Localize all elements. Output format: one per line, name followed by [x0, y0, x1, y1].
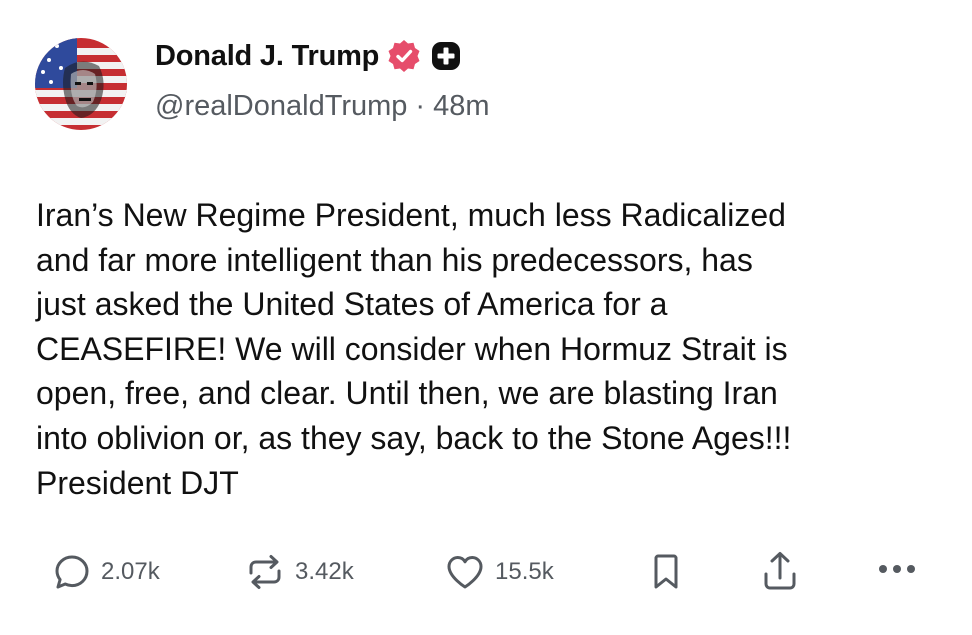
post-header: Donald J. Trump @realDonaldTrump · 48m	[155, 36, 490, 123]
avatar-image	[35, 38, 127, 130]
reply-count: 2.07k	[101, 558, 160, 585]
bookmark-icon	[649, 553, 683, 591]
display-name[interactable]: Donald J. Trump	[155, 40, 379, 73]
handle[interactable]: @realDonaldTrump	[155, 90, 407, 123]
reply-bubble-icon	[53, 553, 91, 591]
repost-icon	[245, 553, 285, 591]
plus-badge-icon	[431, 41, 461, 71]
reply-button[interactable]: 2.07k	[53, 553, 160, 591]
more-button[interactable]	[878, 563, 916, 575]
bookmark-button[interactable]	[649, 553, 683, 591]
verified-check-badge-icon	[387, 39, 421, 73]
share-icon	[760, 550, 800, 592]
repost-count: 3.42k	[295, 558, 354, 585]
name-row: Donald J. Trump	[155, 36, 490, 76]
more-icon	[878, 563, 916, 575]
post-text: Iran’s New Regime President, much less R…	[36, 197, 792, 501]
repost-button[interactable]: 3.42k	[245, 553, 354, 591]
action-bar: 2.07k 3.42k 15.5k	[0, 545, 972, 595]
share-button[interactable]	[760, 550, 800, 592]
handle-row: @realDonaldTrump · 48m	[155, 90, 490, 123]
like-count: 15.5k	[495, 558, 554, 585]
timestamp[interactable]: 48m	[433, 90, 489, 123]
separator: ·	[415, 90, 426, 122]
heart-icon	[445, 553, 485, 591]
like-button[interactable]: 15.5k	[445, 553, 554, 591]
avatar[interactable]	[35, 38, 127, 130]
